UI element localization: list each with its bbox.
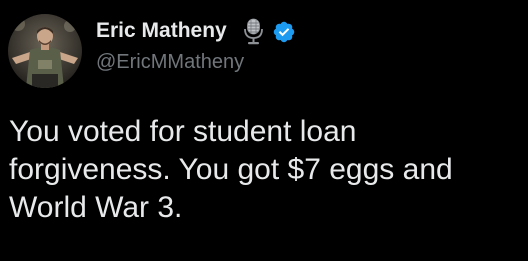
verified-badge-icon[interactable] — [272, 20, 296, 44]
avatar-photo-icon — [8, 14, 82, 88]
tweet-text: You voted for student loan forgiveness. … — [9, 115, 453, 224]
author-avatar[interactable] — [8, 14, 82, 88]
author-handle[interactable]: @EricMMatheny — [96, 51, 244, 74]
author-name[interactable]: Eric Matheny — [96, 19, 227, 43]
tweet-card: Eric Matheny @EricMMatheny You voted for… — [0, 0, 528, 261]
microphone-icon — [244, 18, 263, 45]
